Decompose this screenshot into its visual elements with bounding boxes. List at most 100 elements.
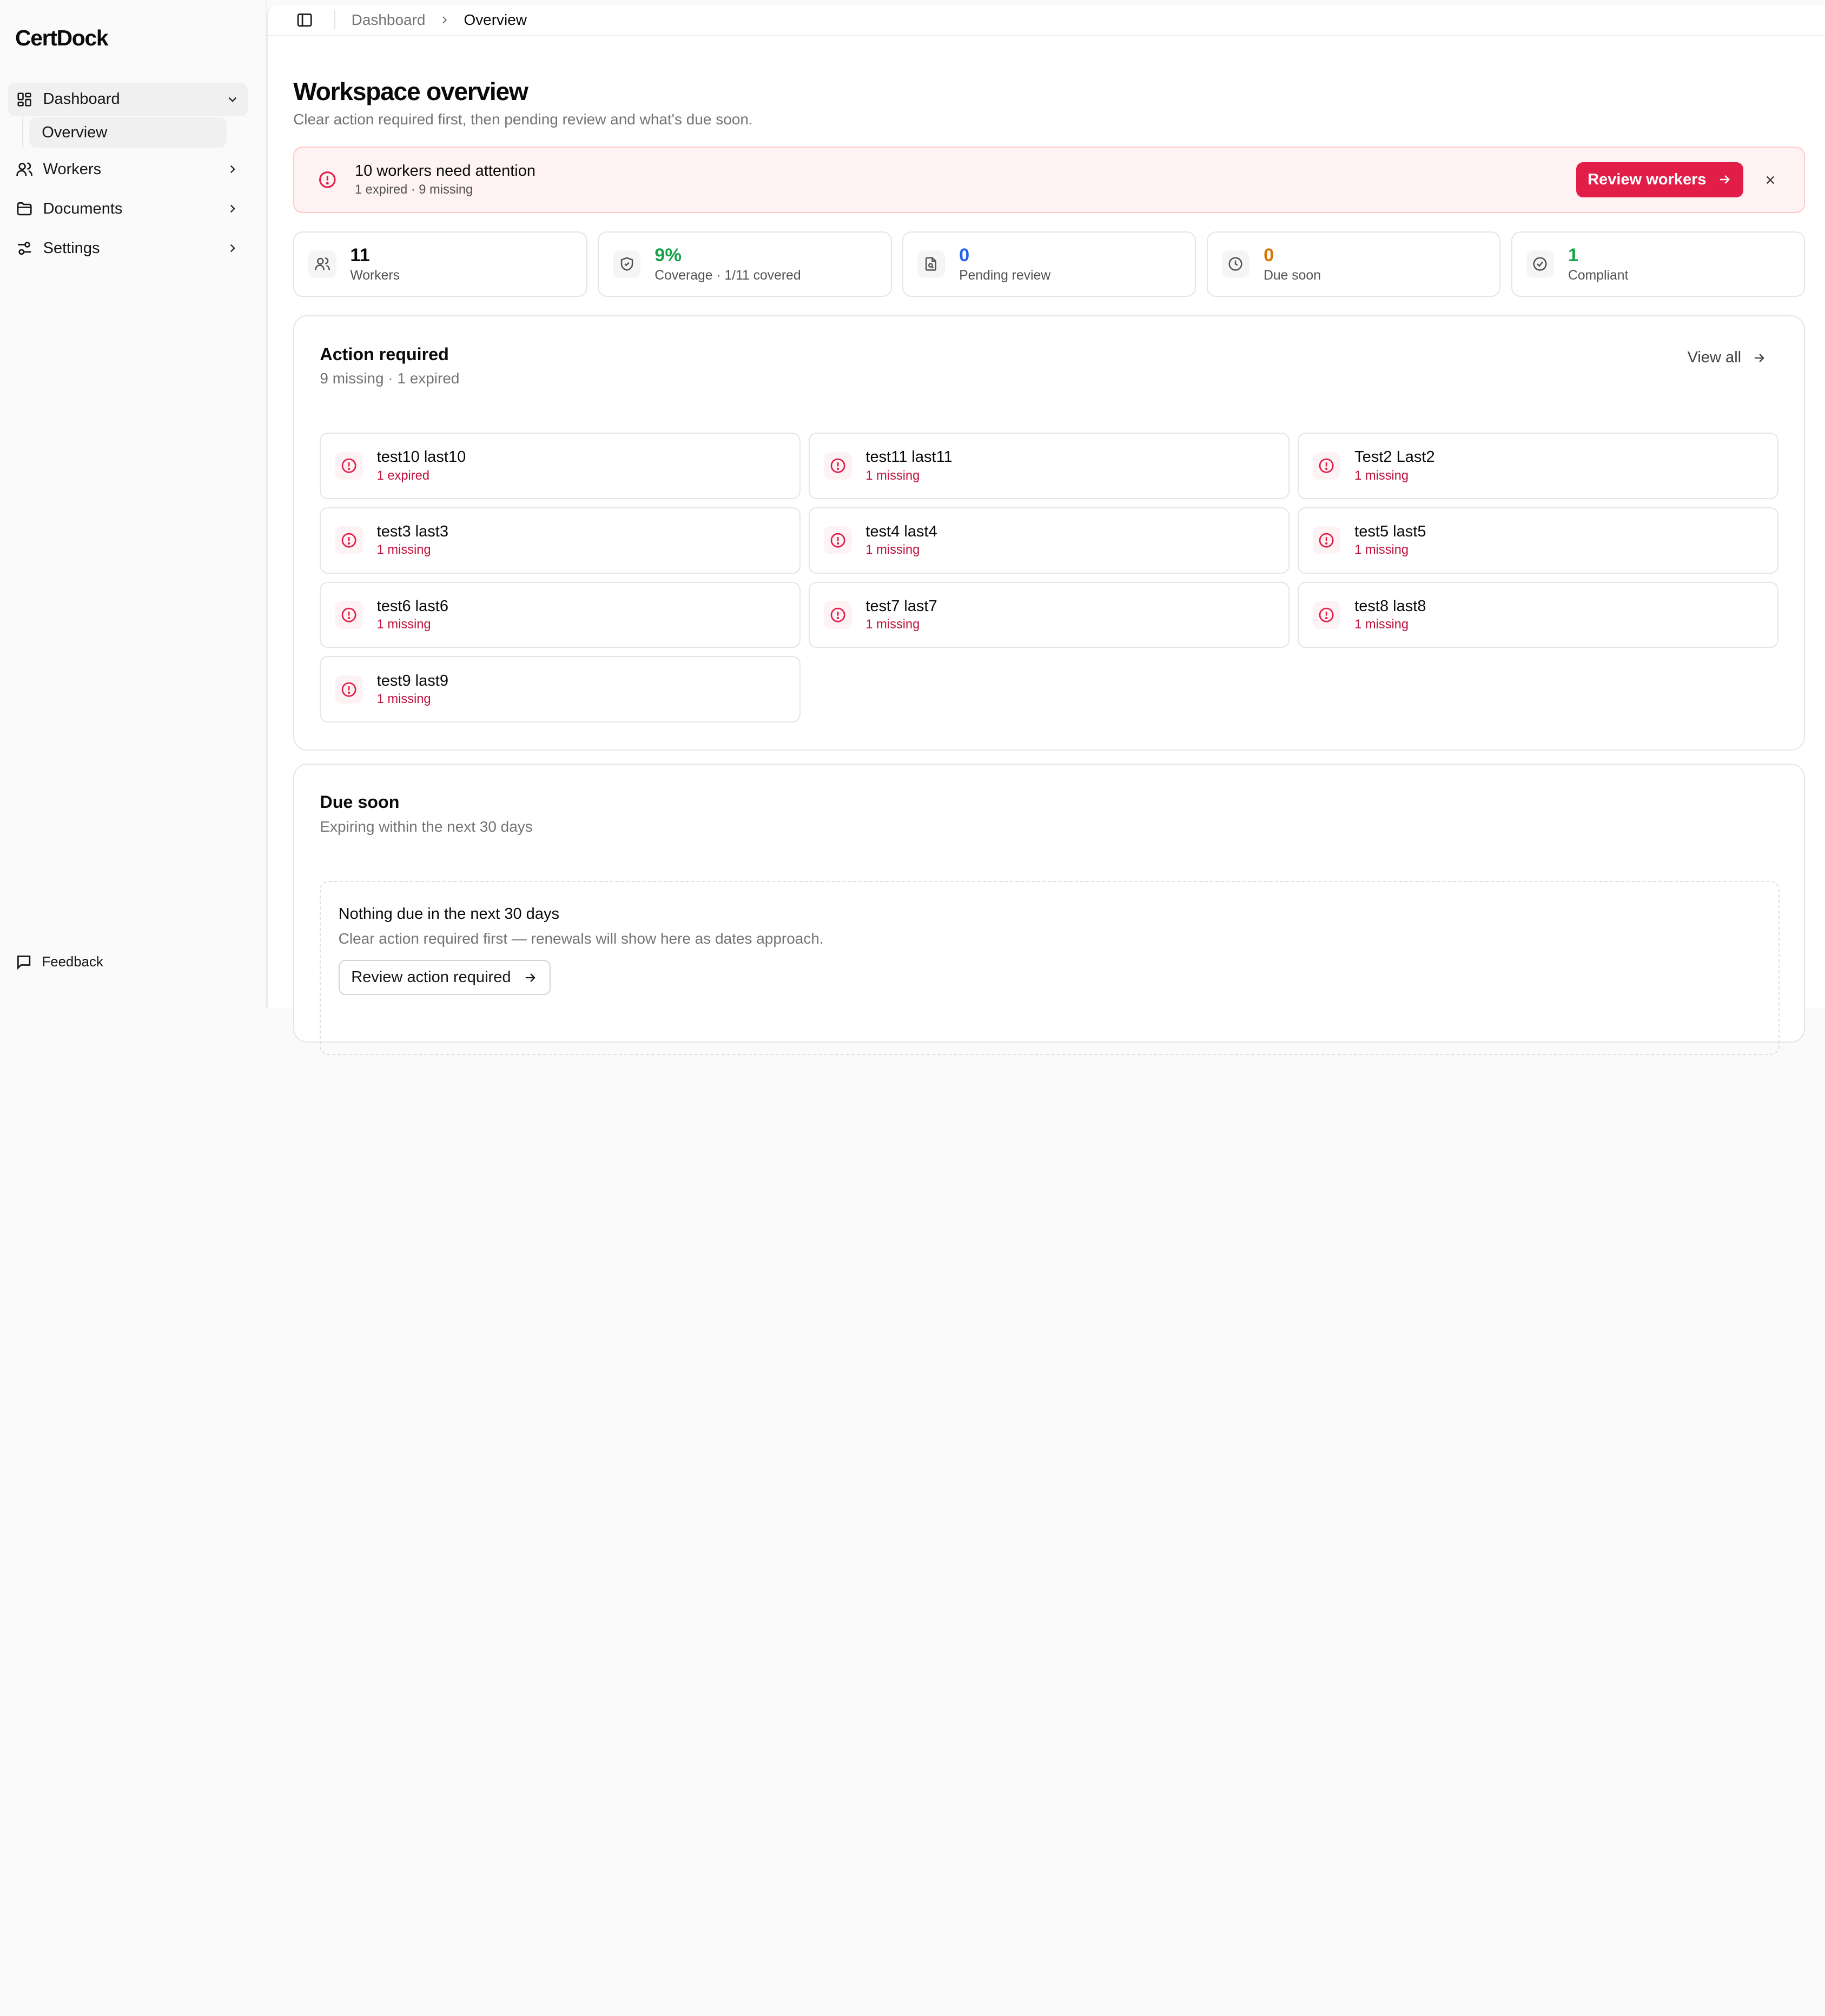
stat-text: 0 Due soon [1264, 245, 1321, 283]
worker-card[interactable]: test10 last10 1 expired [320, 433, 801, 499]
worker-card[interactable]: test9 last9 1 missing [320, 656, 801, 723]
alert-circle-icon [1312, 601, 1341, 629]
users-icon [308, 250, 336, 278]
stat-card-coverage[interactable]: 9% Coverage · 1/11 covered [597, 231, 892, 297]
worker-name: test9 last9 [376, 672, 448, 689]
worker-text: test10 last10 1 expired [377, 448, 466, 483]
stat-label: Due soon [1264, 268, 1321, 283]
breadcrumb: Dashboard Overview [352, 11, 527, 29]
chevron-right-icon [224, 201, 241, 217]
page-subtitle: Clear action required first, then pendin… [293, 110, 753, 128]
file-search-icon [917, 250, 945, 278]
worker-status: 1 missing [1354, 468, 1409, 483]
page-title: Workspace overview [293, 77, 528, 105]
dashboard-icon [15, 90, 34, 109]
folder-icon [15, 200, 34, 218]
stat-card-workers[interactable]: 11 Workers [293, 231, 587, 297]
app-shell: CertDock Dashboard Overview Workers Docu… [0, 0, 1825, 1056]
alert-circle-icon [823, 526, 852, 555]
worker-status: 1 missing [1354, 618, 1409, 632]
arrow-right-icon [1717, 172, 1732, 187]
view-all-label: View all [1687, 349, 1742, 367]
breadcrumb-current: Overview [464, 11, 527, 28]
empty-state-subtitle: Clear action required first — renewals w… [338, 930, 824, 947]
worker-status: 1 missing [865, 468, 920, 483]
close-icon [1766, 176, 1775, 184]
sidebar-item-workers[interactable]: Workers [8, 152, 248, 186]
arrow-right-icon [523, 970, 538, 985]
main-panel: Dashboard Overview Workspace overview Cl… [266, 4, 1825, 1056]
worker-card[interactable]: test4 last4 1 missing [809, 507, 1290, 574]
action-required-card: Action required 9 missing · 1 expired Vi… [293, 315, 1806, 751]
stat-card-compliant[interactable]: 1 Compliant [1511, 231, 1806, 297]
sidebar-item-dashboard[interactable]: Dashboard [8, 82, 248, 117]
stat-label: Compliant [1568, 268, 1629, 283]
worker-card[interactable]: test3 last3 1 missing [320, 507, 801, 574]
chevron-right-icon [224, 161, 241, 177]
sidebar-item-label: Workers [43, 160, 102, 178]
worker-text: test7 last7 1 missing [865, 598, 937, 632]
toggle-sidebar-button[interactable] [294, 9, 315, 30]
chevron-right-icon [224, 240, 241, 256]
dismiss-alert-button[interactable] [1760, 169, 1781, 190]
due-soon-subtitle: Expiring within the next 30 days [320, 818, 533, 835]
worker-text: test8 last8 1 missing [1354, 598, 1426, 632]
stat-value: 11 [350, 244, 370, 266]
worker-text: test3 last3 1 missing [377, 523, 448, 558]
sidebar-item-settings[interactable]: Settings [8, 231, 248, 265]
stat-text: 9% Coverage · 1/11 covered [654, 245, 801, 283]
stat-value: 1 [1568, 244, 1579, 266]
stat-card-due-soon[interactable]: 0 Due soon [1206, 231, 1501, 297]
stat-card-pending-review[interactable]: 0 Pending review [902, 231, 1196, 297]
worker-name: test7 last7 [865, 597, 937, 615]
chevron-right-icon [438, 14, 451, 26]
review-action-required-button[interactable]: Review action required [338, 960, 551, 995]
alert-title: 10 workers need attention [354, 162, 536, 180]
review-workers-button[interactable]: Review workers [1576, 162, 1744, 197]
sidebar-item-label: Documents [43, 200, 123, 217]
stat-value: 0 [959, 244, 970, 266]
worker-card[interactable]: test5 last5 1 missing [1297, 507, 1778, 574]
action-required-subtitle: 9 missing · 1 expired [320, 370, 460, 387]
action-required-title: Action required [320, 344, 449, 364]
users-icon [15, 160, 34, 178]
sidebar-item-documents[interactable]: Documents [8, 192, 248, 226]
breadcrumb-link-dashboard[interactable]: Dashboard [352, 11, 426, 29]
worker-card[interactable]: test8 last8 1 missing [1297, 581, 1778, 648]
worker-card[interactable]: test6 last6 1 missing [320, 581, 801, 648]
worker-card[interactable]: test11 last11 1 missing [809, 433, 1290, 499]
worker-text: test6 last6 1 missing [377, 598, 448, 632]
due-soon-empty-state: Nothing due in the next 30 days Clear ac… [320, 880, 1780, 1056]
worker-status: 1 missing [1354, 543, 1409, 558]
worker-name: test4 last4 [865, 523, 937, 541]
review-action-required-label: Review action required [351, 969, 511, 986]
sidebar-item-label: Settings [43, 239, 100, 257]
worker-name: test5 last5 [1354, 523, 1426, 541]
sidebar-subitem-overview[interactable]: Overview [29, 117, 227, 148]
alert-circle-icon [335, 526, 363, 555]
stat-value: 0 [1264, 244, 1274, 266]
clock-icon [1221, 250, 1250, 278]
worker-text: test11 last11 1 missing [865, 448, 952, 483]
worker-card[interactable]: Test2 Last2 1 missing [1297, 433, 1778, 499]
worker-card[interactable]: test7 last7 1 missing [809, 581, 1290, 648]
stat-text: 1 Compliant [1568, 245, 1628, 283]
stats-row: 11 Workers 9% Coverage · 1/11 covered 0 … [293, 231, 1806, 297]
stat-value: 9% [654, 244, 682, 266]
empty-state-title: Nothing due in the next 30 days [338, 905, 560, 923]
alert-circle-icon [1312, 526, 1341, 555]
feedback-button[interactable]: Feedback [15, 953, 103, 971]
sidebar-toggle-icon [297, 13, 313, 26]
alert-circle-icon [319, 171, 336, 188]
view-all-link[interactable]: View all [1688, 349, 1767, 367]
worker-status: 1 missing [376, 692, 431, 706]
sidebar-submenu: Overview [22, 117, 248, 148]
alert-subtitle: 1 expired · 9 missing [354, 182, 473, 197]
sidebar: CertDock Dashboard Overview Workers Docu… [0, 0, 267, 1008]
worker-status: 1 missing [376, 618, 431, 632]
worker-status: 1 expired [376, 468, 429, 483]
alert-circle-icon [1312, 452, 1341, 480]
review-workers-label: Review workers [1588, 170, 1707, 188]
alert-circle-icon [823, 452, 852, 480]
shield-icon [612, 250, 641, 278]
